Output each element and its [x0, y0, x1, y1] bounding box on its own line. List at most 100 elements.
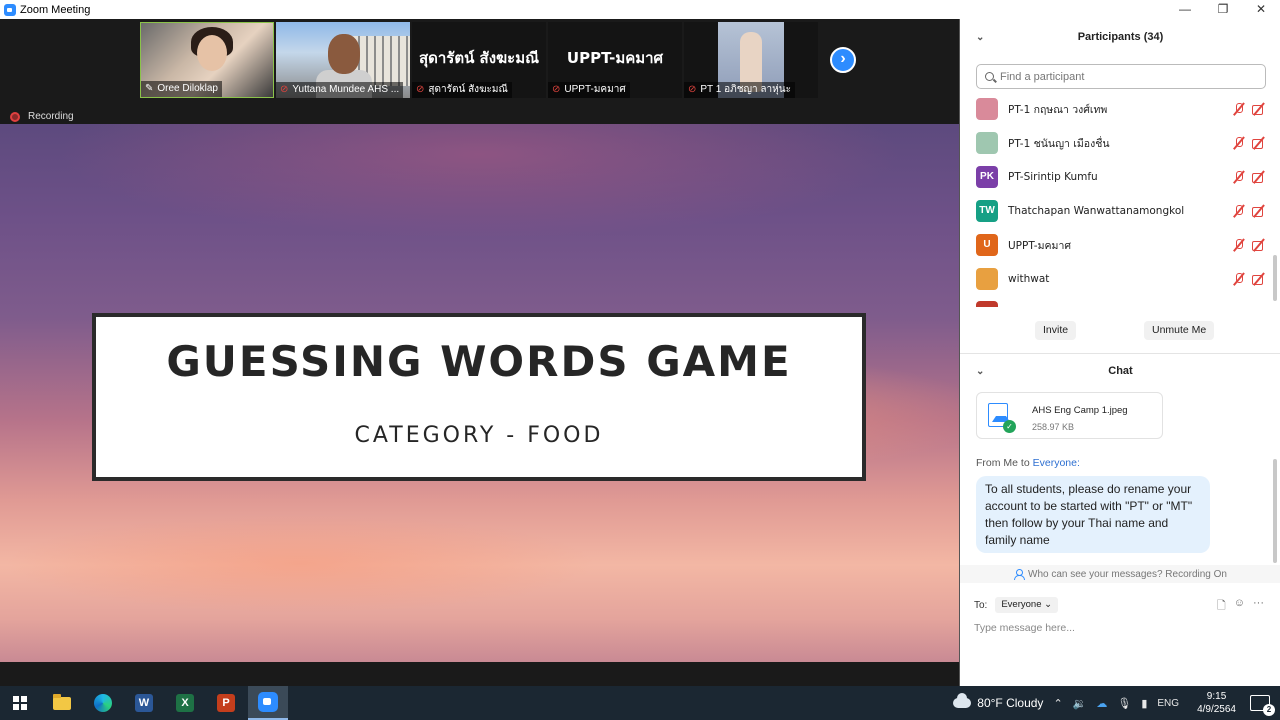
participant-row[interactable]: withwat — [976, 267, 1266, 291]
shared-screen: GUESSING WORDS GAME CATEGORY - FOOD — [0, 124, 959, 662]
unmute-me-button[interactable]: Unmute Me — [1144, 321, 1215, 340]
windows-taskbar: W X P 80°F Cloudy ⌃ 🔉 ☁ 🎙 ▮ ENG 9:15 4/9… — [0, 686, 1280, 720]
participant-name: PT-1 ชนันญา เมืองชื่น — [1008, 137, 1110, 150]
zoom-logo-icon — [4, 3, 16, 16]
taskbar-file-explorer[interactable] — [42, 686, 82, 720]
avatar — [976, 98, 998, 120]
minimize-button[interactable]: — — [1166, 0, 1204, 19]
thumbnail-label: ⊘ Yuttana Mundee AHS ... — [276, 82, 404, 98]
avatar — [976, 132, 998, 154]
notification-icon[interactable]: 2 — [1250, 695, 1275, 716]
close-button[interactable]: ✕ — [1242, 0, 1280, 19]
muted-mic-icon[interactable] — [1232, 137, 1246, 149]
participant-name: withwat — [1008, 273, 1050, 285]
participant-row[interactable]: U UPPT-มคมาศ — [976, 233, 1266, 257]
video-thumbnail[interactable]: ⊘ Yuttana Mundee AHS ... — [276, 22, 410, 98]
participant-name-display: สุดารัตน์ สังฆะมณี — [418, 49, 540, 67]
video-off-icon[interactable] — [1252, 205, 1266, 217]
thumbnail-name: Yuttana Mundee AHS ... — [292, 84, 400, 95]
participant-row[interactable]: PT-1 ชนันญา เมืองชื่น — [976, 131, 1266, 155]
taskbar-edge[interactable] — [83, 686, 123, 720]
battery-icon[interactable]: ▮ — [1141, 697, 1147, 710]
video-off-icon[interactable] — [1252, 239, 1266, 251]
participant-row[interactable]: TW Thatchapan Wanwattanamongkol — [976, 199, 1266, 223]
zoom-icon — [258, 692, 278, 712]
invite-button[interactable]: Invite — [1035, 321, 1077, 340]
video-off-icon[interactable] — [1252, 171, 1266, 183]
microphone-icon[interactable]: 🎙 — [1117, 697, 1131, 710]
muted-mic-icon[interactable] — [1232, 239, 1246, 251]
muted-mic-icon[interactable] — [1232, 205, 1246, 217]
message-input[interactable] — [974, 619, 1264, 637]
recipient-row: To: Everyone ⌄ — [974, 597, 1059, 613]
recipient-link[interactable]: Everyone: — [1033, 457, 1080, 469]
participant-row[interactable]: PK PT-Sirintip Kumfu — [976, 165, 1266, 189]
video-off-icon[interactable] — [1252, 103, 1266, 115]
participant-search[interactable] — [976, 64, 1266, 89]
taskbar-word[interactable]: W — [124, 686, 164, 720]
word-icon: W — [135, 694, 153, 712]
file-icon[interactable]: 🗋 — [1217, 597, 1226, 616]
volume-icon[interactable]: 🔉 — [1073, 697, 1087, 710]
muted-mic-icon: ⊘ — [552, 84, 561, 95]
muted-mic-icon[interactable] — [1232, 103, 1246, 115]
who-can-see-banner[interactable]: Who can see your messages? Recording On — [960, 565, 1280, 583]
title-bar: Zoom Meeting — ❐ ✕ — [0, 0, 1280, 19]
file-name: AHS Eng Camp 1.jpeg — [1032, 405, 1128, 416]
file-attachment[interactable]: ✓ AHS Eng Camp 1.jpeg 258.97 KB — [976, 392, 1163, 439]
participants-scrollbar[interactable] — [1273, 255, 1277, 301]
thumbnail-name: สุดารัตน์ สังฆะมณี — [428, 84, 508, 95]
folder-icon — [53, 693, 71, 710]
video-off-icon[interactable] — [1252, 273, 1266, 285]
recipient-select[interactable]: Everyone ⌄ — [995, 597, 1059, 613]
language-indicator[interactable]: ENG — [1157, 698, 1179, 709]
chat-tools: 🗋 ☺ ··· — [1217, 597, 1264, 616]
emoji-icon[interactable]: ☺ — [1234, 597, 1245, 616]
avatar: TW — [976, 200, 998, 222]
muted-mic-icon[interactable] — [1232, 171, 1246, 183]
video-thumbnail[interactable]: UPPT-มคมาศ ⊘ UPPT-มคมาศ — [548, 22, 682, 98]
video-thumbnail-strip: ✎ Oree Diloklap ⊘ Yuttana Mundee AHS ...… — [0, 19, 959, 102]
weather-text[interactable]: 80°F Cloudy — [977, 696, 1043, 710]
taskbar-excel[interactable]: X — [165, 686, 205, 720]
avatar: PK — [976, 166, 998, 188]
slide-subtitle: CATEGORY - FOOD — [354, 423, 604, 448]
muted-mic-icon[interactable] — [1232, 273, 1246, 285]
video-thumbnail[interactable]: ✎ Oree Diloklap — [140, 22, 274, 98]
next-page-button[interactable]: › — [830, 47, 856, 73]
thumbnail-label: ⊘ UPPT-มคมาศ — [548, 82, 630, 98]
taskbar-powerpoint[interactable]: P — [206, 686, 246, 720]
video-off-icon[interactable] — [1252, 137, 1266, 149]
video-thumbnail[interactable]: ⊘ PT 1 อภิชญา ลาหุ่นะ — [684, 22, 818, 98]
clock[interactable]: 9:15 4/9/2564 — [1197, 690, 1236, 716]
collapse-chevron-icon[interactable]: ⌄ — [976, 32, 984, 43]
clock-date: 4/9/2564 — [1197, 704, 1236, 715]
check-icon: ✓ — [1003, 420, 1016, 433]
chevron-up-icon[interactable]: ⌃ — [1053, 697, 1062, 710]
taskbar-zoom[interactable] — [248, 686, 288, 720]
collapse-chevron-icon[interactable]: ⌄ — [976, 366, 984, 377]
person-icon — [1014, 569, 1025, 580]
participant-row[interactable]: PT-1 กฤษณา วงศ์เทพ — [976, 97, 1266, 121]
slide-title: GUESSING WORDS GAME — [166, 337, 792, 386]
chat-scrollbar[interactable] — [1273, 459, 1277, 563]
muted-mic-icon: ⊘ — [688, 84, 697, 95]
panel-divider — [960, 353, 1280, 354]
thumbnail-label: ✎ Oree Diloklap — [141, 81, 222, 97]
more-icon[interactable]: ··· — [1253, 597, 1264, 616]
muted-mic-icon: ⊘ — [416, 84, 425, 95]
onedrive-icon[interactable]: ☁ — [1096, 697, 1107, 710]
participant-list: PT-1 กฤษณา วงศ์เทพ PT-1 ชนันญา เมืองชื่น… — [960, 95, 1272, 307]
sender-prefix: From Me to — [976, 457, 1030, 469]
window-title: Zoom Meeting — [20, 3, 91, 16]
chat-message: To all students, please do rename your a… — [976, 476, 1210, 553]
powerpoint-icon: P — [217, 694, 235, 712]
chat-header: ⌄ Chat — [960, 359, 1280, 383]
message-sender: From Me to Everyone: — [976, 457, 1080, 469]
start-button[interactable] — [0, 686, 40, 720]
maximize-button[interactable]: ❐ — [1204, 0, 1242, 19]
video-thumbnail[interactable]: สุดารัตน์ สังฆะมณี ⊘ สุดารัตน์ สังฆะมณี — [412, 22, 546, 98]
slide-title-card: GUESSING WORDS GAME CATEGORY - FOOD — [92, 313, 866, 481]
participant-search-input[interactable] — [1000, 70, 1250, 83]
thumbnail-name: PT 1 อภิชญา ลาหุ่นะ — [700, 84, 791, 95]
